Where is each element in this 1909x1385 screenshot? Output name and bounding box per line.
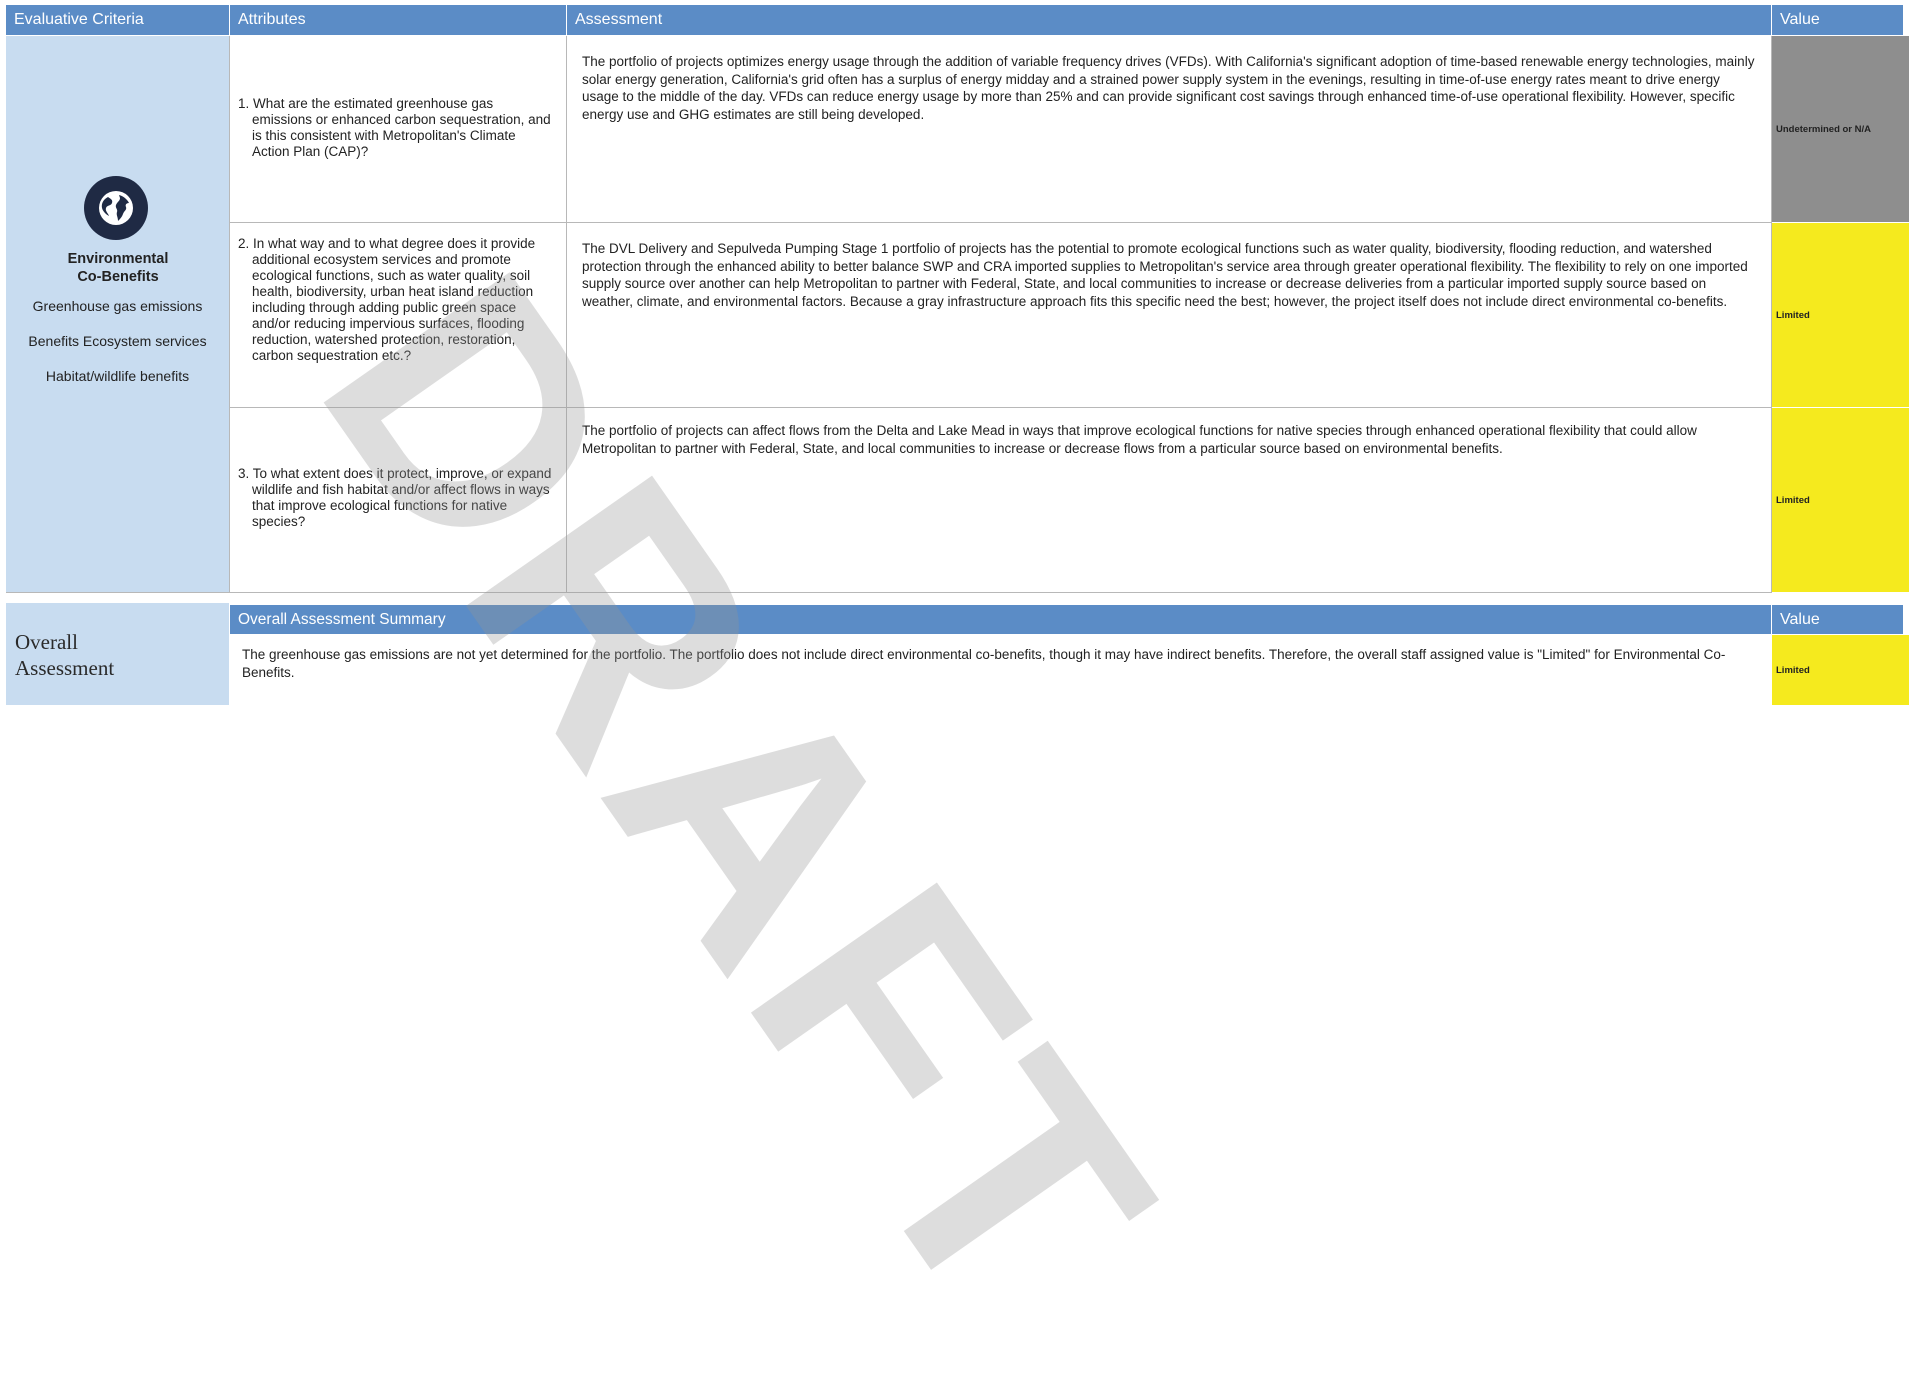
overall-summary-text: The greenhouse gas emissions are not yet…: [242, 647, 1726, 680]
assessment-row-2: The DVL Delivery and Sepulveda Pumping S…: [582, 241, 1748, 309]
value-row-3: Limited: [1772, 408, 1909, 592]
attribute-row-2: 2. In what way and to what degree does i…: [238, 236, 536, 363]
divider: [1771, 36, 1772, 592]
criteria-title: Environmental Co-Benefits: [67, 251, 169, 285]
value-row-2: Limited: [1772, 223, 1909, 407]
criteria-item-habitat: Habitat/wildlife benefits: [45, 368, 190, 384]
divider: [229, 36, 230, 592]
header-assessment: Assessment: [567, 5, 1771, 35]
divider: [566, 36, 567, 592]
divider: [6, 592, 1772, 593]
header-value: Value: [1772, 5, 1903, 35]
draft-watermark: DRAFT: [253, 212, 1226, 1382]
header-criteria: Evaluative Criteria: [6, 5, 229, 35]
globe-icon: [84, 176, 148, 240]
header-attributes: Attributes: [230, 5, 566, 35]
divider: [229, 222, 1772, 223]
attribute-row-1: 1. What are the estimated greenhouse gas…: [238, 96, 551, 159]
criteria-cell: [6, 36, 229, 592]
overall-value-header: Value: [1772, 605, 1903, 634]
criteria-item-ecosystem: Benefits Ecosystem services: [28, 333, 207, 349]
assessment-row-3: The portfolio of projects can affect flo…: [582, 423, 1697, 456]
divider: [229, 407, 1772, 408]
value-row-1: Undetermined or N/A: [1772, 36, 1909, 222]
overall-label: Overall Assessment: [15, 630, 115, 680]
attribute-row-3: 3. To what extent does it protect, impro…: [238, 466, 552, 529]
criteria-item-ghg: Greenhouse gas emissions: [32, 298, 203, 314]
overall-summary-header: Overall Assessment Summary: [230, 605, 1771, 634]
assessment-row-1: The portfolio of projects optimizes ener…: [582, 54, 1755, 122]
overall-value: Limited: [1772, 635, 1909, 705]
